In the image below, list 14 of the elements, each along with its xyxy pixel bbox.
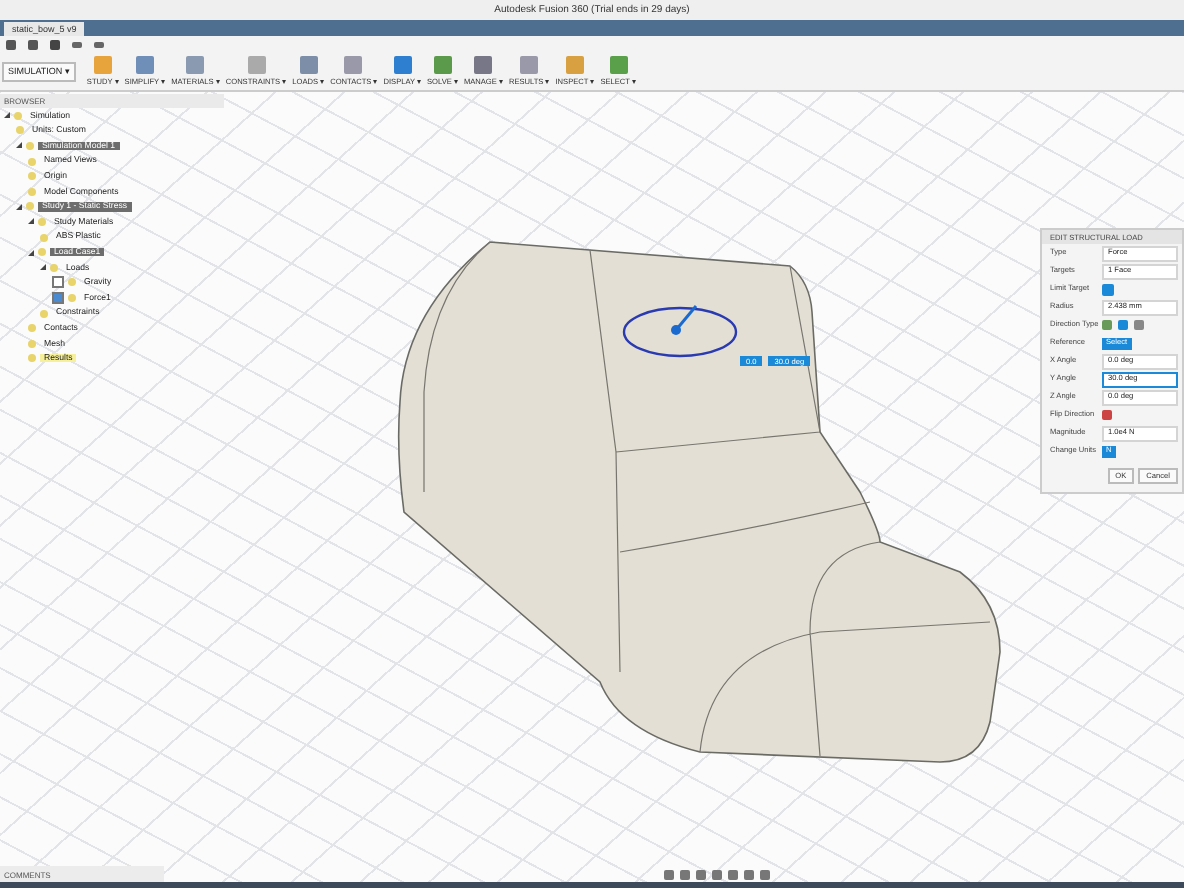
tool-icon[interactable] — [135, 56, 154, 74]
tool-icon[interactable] — [433, 56, 452, 74]
tool-icon[interactable] — [186, 56, 205, 74]
tool-icon[interactable] — [474, 56, 493, 74]
tool-icon[interactable] — [344, 56, 363, 74]
tool-icon[interactable] — [609, 56, 628, 74]
tool-icon[interactable] — [520, 56, 539, 74]
checkbox[interactable] — [52, 291, 64, 304]
tool-icon[interactable] — [565, 56, 584, 74]
tool-icon[interactable] — [247, 56, 266, 74]
tool-icon[interactable] — [393, 56, 412, 74]
tool-icon[interactable] — [93, 56, 112, 74]
tool-icon[interactable] — [299, 56, 318, 74]
checkbox[interactable] — [52, 276, 64, 289]
